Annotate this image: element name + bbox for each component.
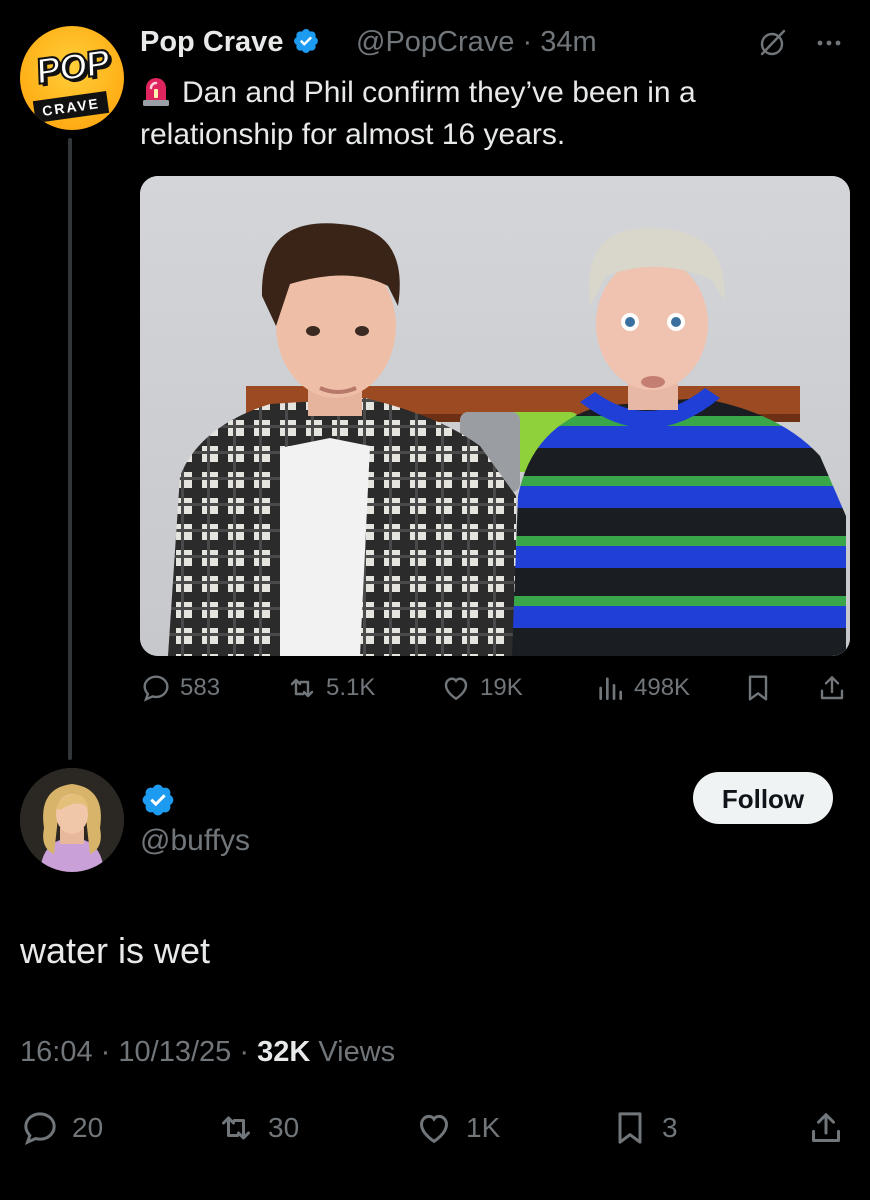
tweet-metrics-bar: 583 5.1K 19K 498K: [140, 672, 850, 716]
repost-action[interactable]: 5.1K: [286, 672, 375, 704]
reply-count: 583: [180, 674, 221, 701]
tweet-top-actions: [758, 28, 844, 58]
reply-views-label: Views: [318, 1036, 396, 1068]
tweet-handle: @PopCrave: [356, 26, 515, 58]
reply-icon: [24, 1112, 56, 1145]
reply-icon: [143, 675, 169, 702]
reply-date: 10/13/25: [118, 1036, 232, 1068]
thread-connector-line: [68, 138, 72, 760]
author-name-text: Pop Crave: [140, 26, 284, 58]
reply-like-count: 1K: [466, 1112, 501, 1143]
more-icon[interactable]: [814, 28, 844, 58]
handle-separator: ·: [522, 26, 533, 58]
reply-repost-count: 30: [268, 1112, 300, 1143]
views-count: 498K: [634, 674, 691, 701]
avatar-logo-pop: POP: [35, 40, 111, 93]
repost-count: 5.1K: [326, 674, 376, 701]
reply-share-action[interactable]: [806, 1108, 846, 1148]
popcrave-avatar[interactable]: POP CRAVE: [20, 26, 124, 130]
tweet-time: 34m: [540, 26, 597, 58]
meta-separator: ·: [100, 1036, 111, 1068]
avatar-logo-crave: CRAVE: [32, 90, 110, 124]
tweet-handle-time[interactable]: @PopCrave · 34m: [356, 26, 597, 59]
siren-icon: [143, 78, 169, 106]
share-icon: [820, 676, 844, 700]
reply-handle[interactable]: @buffys: [140, 824, 250, 858]
tweet-photo[interactable]: [140, 176, 850, 656]
like-count: 19K: [480, 674, 523, 701]
views-action[interactable]: 498K: [594, 672, 690, 704]
reply-meta: 16:04 · 10/13/25 · 32K Views: [20, 1036, 395, 1069]
reply-reply-action[interactable]: 20: [20, 1108, 103, 1148]
photo-illustration: [140, 176, 850, 656]
reply-reply-count: 20: [72, 1112, 104, 1143]
avatar-portrait: [20, 768, 124, 872]
reply-bookmark-count: 3: [662, 1112, 678, 1143]
like-action[interactable]: 19K: [440, 672, 523, 704]
meta-separator: ·: [239, 1036, 249, 1068]
share-icon: [812, 1113, 840, 1142]
reply-bookmark-action[interactable]: 3: [610, 1108, 678, 1148]
share-action[interactable]: [816, 672, 848, 704]
tweet-text: Dan and Phil confirm they’ve been in a r…: [140, 76, 696, 151]
reply-like-action[interactable]: 1K: [414, 1108, 500, 1148]
reply-repost-action[interactable]: 30: [216, 1108, 299, 1148]
verified-badge-icon: [293, 29, 318, 53]
like-icon: [444, 677, 468, 701]
repost-icon: [290, 678, 314, 698]
verified-badge-icon: [142, 784, 174, 816]
tweet-body: Dan and Phil confirm they’ve been in a r…: [140, 72, 840, 156]
grok-icon[interactable]: [758, 28, 788, 58]
tweet-author-name[interactable]: Pop Crave: [140, 26, 320, 59]
bookmark-icon: [618, 1112, 642, 1144]
reply-views-count: 32K: [257, 1036, 311, 1068]
bookmark-icon: [748, 675, 768, 701]
bookmark-action[interactable]: [742, 672, 774, 704]
repost-icon: [222, 1116, 250, 1140]
like-icon: [419, 1114, 449, 1144]
reply-text: water is wet: [20, 930, 211, 971]
follow-button[interactable]: Follow: [693, 772, 833, 824]
views-icon: [599, 677, 622, 700]
reply-metrics-bar: 20 30 1K 3: [20, 1108, 850, 1158]
reply-action[interactable]: 583: [140, 672, 220, 704]
reply-time: 16:04: [20, 1036, 93, 1068]
buffys-avatar[interactable]: [20, 768, 124, 872]
